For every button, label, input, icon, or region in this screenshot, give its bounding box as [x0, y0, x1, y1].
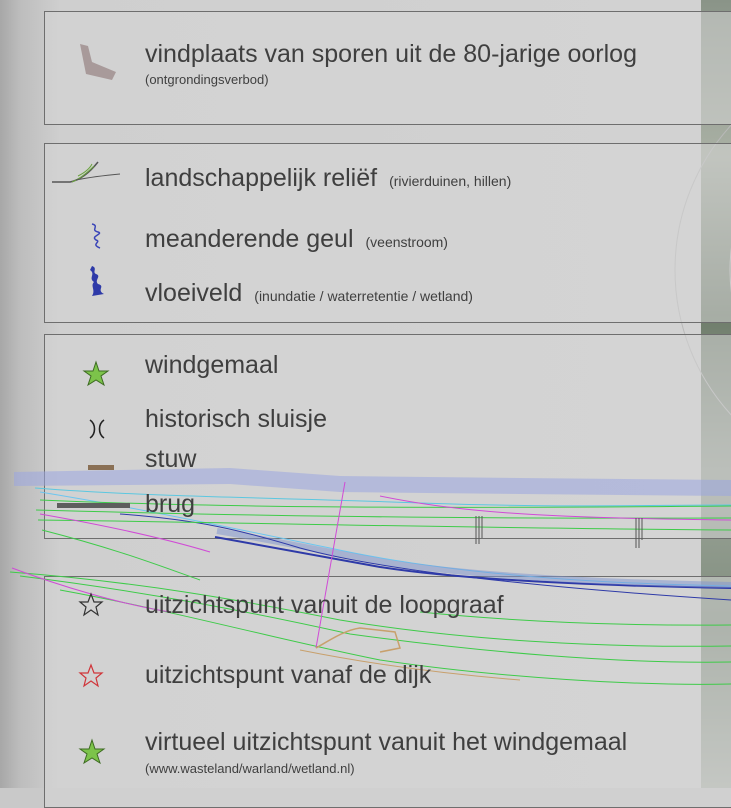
weir-marks	[475, 516, 643, 548]
sluice-icon	[86, 418, 108, 445]
outline-star-dark-icon	[78, 592, 104, 623]
bridge-marker	[57, 503, 130, 508]
green-star-icon	[78, 738, 106, 771]
parcel-line	[39, 513, 211, 553]
legend-note-floodfield: (inundatie / waterretentie / wetland)	[254, 288, 473, 304]
legend-row-relief: landschappelijk reliëf (rivierduinen, hil…	[145, 166, 511, 191]
legend-note-relief: (rivierduinen, hillen)	[389, 173, 512, 189]
legend-label-bridge: brug	[145, 490, 196, 518]
contour-line	[35, 509, 731, 519]
legend-label-virtual-viewpoint: virtueel uitzichtspunt vanuit het windge…	[145, 728, 628, 756]
legend-label-viewpoint-trench: uitzichtspunt vanuit de loopgraaf	[145, 591, 504, 619]
legend-label-windmill: windgemaal	[145, 351, 279, 379]
legend-row-floodfield: vloeiveld (inundatie / waterretentie / we…	[145, 281, 473, 306]
legend-label-viewpoint-dike: uitzichtspunt vanaf de dijk	[145, 661, 432, 689]
parcel-line	[379, 495, 731, 521]
excavation-spade-icon	[78, 42, 118, 87]
legend-label-relief: landschappelijk reliëf	[145, 164, 378, 192]
weir-bar-icon	[88, 458, 114, 476]
green-star-icon	[82, 360, 110, 393]
legend-note-heritage: (ontgrondingsverbod)	[145, 72, 269, 87]
legend-note-meander: (veenstroom)	[365, 234, 448, 250]
flood-field-icon	[86, 264, 110, 303]
legend-label-sluice: historisch sluisje	[145, 405, 328, 433]
legend-label-weir: stuw	[145, 445, 197, 473]
road-line	[315, 627, 401, 653]
outline-star-red-icon	[78, 663, 104, 694]
legend-row-meander: meanderende geul (veenstroom)	[145, 227, 448, 252]
legend-note-virtual-viewpoint: (www.wasteland/warland/wetland.nl)	[145, 761, 355, 776]
relief-contour-icon	[50, 158, 122, 191]
contour-line	[41, 529, 201, 581]
meander-channel-icon	[86, 222, 108, 255]
water-band	[14, 468, 731, 496]
legend-label-heritage: vindplaats van sporen uit de 80-jarige o…	[145, 40, 637, 68]
contour-line	[19, 575, 731, 663]
contour-line	[39, 499, 731, 508]
contour-line	[37, 519, 731, 531]
legend-label-meander: meanderende geul	[145, 225, 354, 253]
legend-label-floodfield: vloeiveld	[145, 279, 243, 307]
